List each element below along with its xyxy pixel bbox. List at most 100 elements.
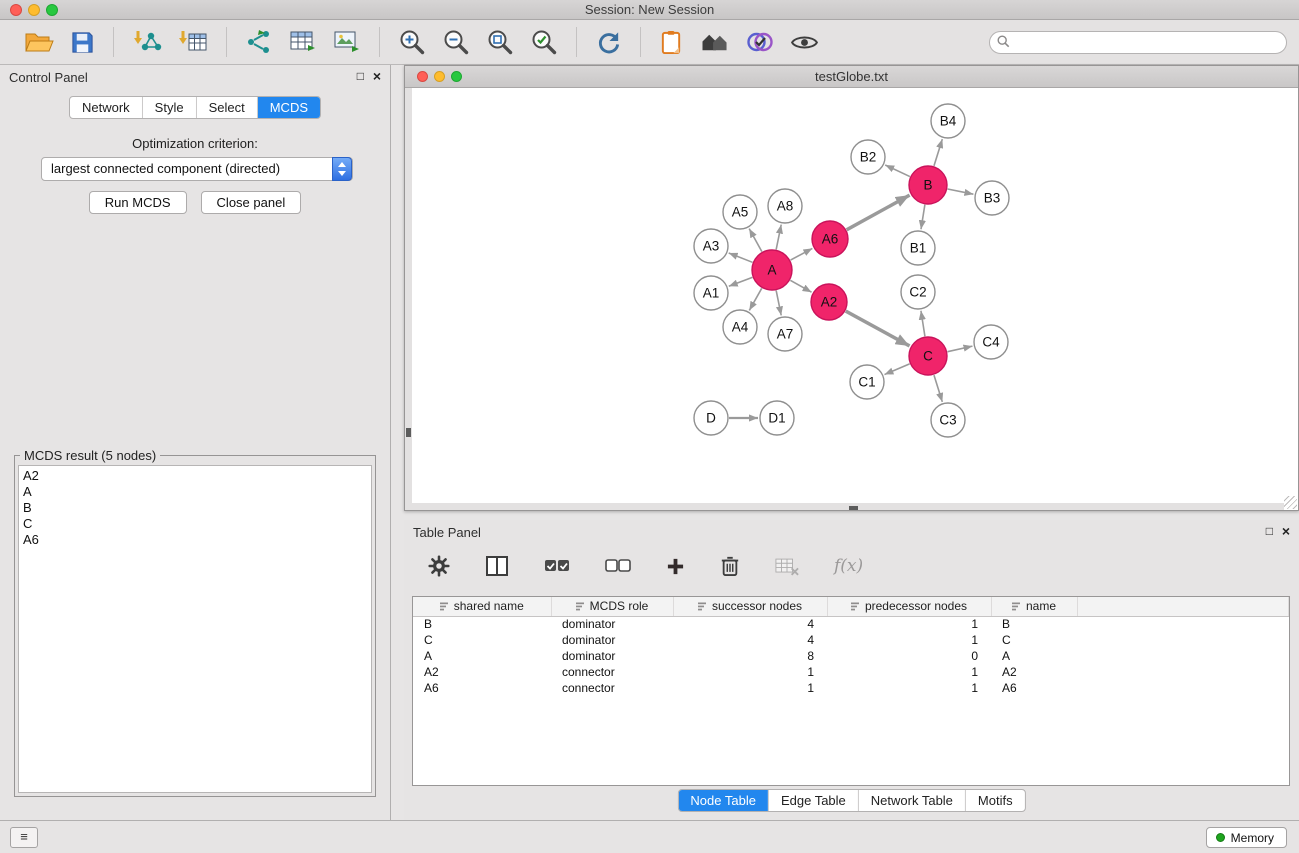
select-filter-button[interactable] xyxy=(744,28,776,56)
graph-node-A5[interactable]: A5 xyxy=(723,195,757,229)
table-cell[interactable]: A6 xyxy=(991,680,1077,696)
close-window-icon[interactable] xyxy=(10,4,22,16)
create-column-button[interactable] xyxy=(664,555,687,578)
mcds-result-item[interactable]: A xyxy=(19,484,371,500)
zoom-fit-button[interactable] xyxy=(484,26,516,58)
table-cell[interactable]: 1 xyxy=(827,680,991,696)
table-cell[interactable]: 4 xyxy=(673,616,827,632)
memory-button[interactable]: Memory xyxy=(1206,827,1287,848)
export-network-button[interactable] xyxy=(243,26,275,58)
table-cell[interactable]: 1 xyxy=(673,680,827,696)
graph-edge-B-B4[interactable] xyxy=(934,139,942,166)
table-settings-button[interactable] xyxy=(426,553,452,579)
resize-handle[interactable] xyxy=(1284,496,1297,509)
tab-select[interactable]: Select xyxy=(196,97,257,118)
table-cell[interactable]: connector xyxy=(551,664,673,680)
column-header-mcds-role[interactable]: MCDS role xyxy=(551,597,673,616)
table-cell[interactable]: 4 xyxy=(673,632,827,648)
graph-edge-A-A6[interactable] xyxy=(791,248,813,260)
graph-node-C4[interactable]: C4 xyxy=(974,325,1008,359)
import-network-from-file-button[interactable] xyxy=(130,26,164,58)
graph-node-A6[interactable]: A6 xyxy=(812,221,848,257)
graph-node-C1[interactable]: C1 xyxy=(850,365,884,399)
network-graph[interactable]: AA6A2BCA1A3A4A5A7A8B1B2B3B4C1C2C3C4DD1 xyxy=(405,88,1298,510)
float-table-panel-icon[interactable]: □ xyxy=(1266,524,1273,538)
table-cell[interactable]: A xyxy=(991,648,1077,664)
tab-node-table[interactable]: Node Table xyxy=(678,790,768,811)
zoom-selected-button[interactable] xyxy=(528,26,560,58)
graph-node-B[interactable]: B xyxy=(909,166,947,204)
close-panel-icon[interactable]: × xyxy=(373,69,381,83)
table-cell[interactable]: A6 xyxy=(413,680,551,696)
tab-motifs[interactable]: Motifs xyxy=(965,790,1025,811)
graph-node-A3[interactable]: A3 xyxy=(694,229,728,263)
mcds-result-item[interactable]: B xyxy=(19,500,371,516)
show-columns-button[interactable] xyxy=(483,553,511,579)
show-hide-graphics-button[interactable] xyxy=(788,30,821,55)
network-close-icon[interactable] xyxy=(417,71,428,82)
zoom-out-button[interactable] xyxy=(440,26,472,58)
graph-edge-A-A5[interactable] xyxy=(749,229,762,252)
table-cell[interactable]: 1 xyxy=(827,664,991,680)
column-header-predecessor-nodes[interactable]: predecessor nodes xyxy=(827,597,991,616)
table-cell[interactable]: 1 xyxy=(673,664,827,680)
save-session-button[interactable] xyxy=(68,28,97,57)
run-mcds-button[interactable]: Run MCDS xyxy=(89,191,187,214)
table-cell[interactable]: 1 xyxy=(827,616,991,632)
tab-style[interactable]: Style xyxy=(142,97,196,118)
refresh-view-button[interactable] xyxy=(593,27,624,58)
import-table-from-file-button[interactable] xyxy=(176,26,210,58)
close-table-panel-icon[interactable]: × xyxy=(1282,524,1290,538)
table-cell[interactable]: dominator xyxy=(551,632,673,648)
graph-edge-A-A1[interactable] xyxy=(729,277,753,286)
table-cell[interactable]: A xyxy=(413,648,551,664)
tab-edge-table[interactable]: Edge Table xyxy=(768,790,858,811)
graph-node-B2[interactable]: B2 xyxy=(851,140,885,174)
graph-node-A2[interactable]: A2 xyxy=(811,284,847,320)
open-session-button[interactable] xyxy=(22,27,56,57)
graph-edge-A6-B[interactable] xyxy=(847,195,910,230)
graph-node-C2[interactable]: C2 xyxy=(901,275,935,309)
graph-edge-A-A8[interactable] xyxy=(776,225,781,250)
network-zoom-icon[interactable] xyxy=(451,71,462,82)
table-cell[interactable]: C xyxy=(991,632,1077,648)
deselect-all-columns-button[interactable] xyxy=(603,557,633,575)
graph-edge-A2-C[interactable] xyxy=(846,311,910,346)
table-row[interactable]: Adominator80A xyxy=(413,648,1289,664)
mcds-result-list[interactable]: A2ABCA6 xyxy=(18,465,372,793)
graph-node-B1[interactable]: B1 xyxy=(901,231,935,265)
mcds-result-item[interactable]: C xyxy=(19,516,371,532)
table-cell[interactable]: 8 xyxy=(673,648,827,664)
clipboard-button[interactable] xyxy=(657,27,686,58)
graph-node-C[interactable]: C xyxy=(909,337,947,375)
column-header-name[interactable]: name xyxy=(991,597,1077,616)
export-image-button[interactable] xyxy=(331,27,363,57)
graph-edge-C-C3[interactable] xyxy=(934,375,942,402)
graph-node-A[interactable]: A xyxy=(752,250,792,290)
mcds-result-item[interactable]: A6 xyxy=(19,532,371,548)
column-header-successor-nodes[interactable]: successor nodes xyxy=(673,597,827,616)
table-row[interactable]: A6connector11A6 xyxy=(413,680,1289,696)
table-cell[interactable]: B xyxy=(413,616,551,632)
table-row[interactable]: Cdominator41C xyxy=(413,632,1289,648)
table-cell[interactable]: C xyxy=(413,632,551,648)
graph-node-A8[interactable]: A8 xyxy=(768,189,802,223)
close-panel-button[interactable]: Close panel xyxy=(201,191,302,214)
graph-edge-A-A7[interactable] xyxy=(776,291,781,316)
table-cell[interactable]: 0 xyxy=(827,648,991,664)
table-row[interactable]: A2connector11A2 xyxy=(413,664,1289,680)
table-cell[interactable]: A2 xyxy=(413,664,551,680)
table-row[interactable]: Bdominator41B xyxy=(413,616,1289,632)
optimization-criterion-dropdown[interactable]: largest connected component (directed) xyxy=(41,157,353,181)
delete-table-button[interactable] xyxy=(773,555,801,578)
graph-node-D[interactable]: D xyxy=(694,401,728,435)
graph-edge-B-B1[interactable] xyxy=(921,205,925,229)
function-builder-button[interactable]: f(x) xyxy=(832,564,865,569)
show-panels-button[interactable]: ≡ xyxy=(10,827,38,848)
tab-network-table[interactable]: Network Table xyxy=(858,790,965,811)
select-all-columns-button[interactable] xyxy=(542,557,572,575)
export-table-button[interactable] xyxy=(287,27,319,57)
network-minimize-icon[interactable] xyxy=(434,71,445,82)
float-panel-icon[interactable]: □ xyxy=(357,69,364,83)
network-canvas[interactable]: AA6A2BCA1A3A4A5A7A8B1B2B3B4C1C2C3C4DD1 xyxy=(405,88,1298,510)
